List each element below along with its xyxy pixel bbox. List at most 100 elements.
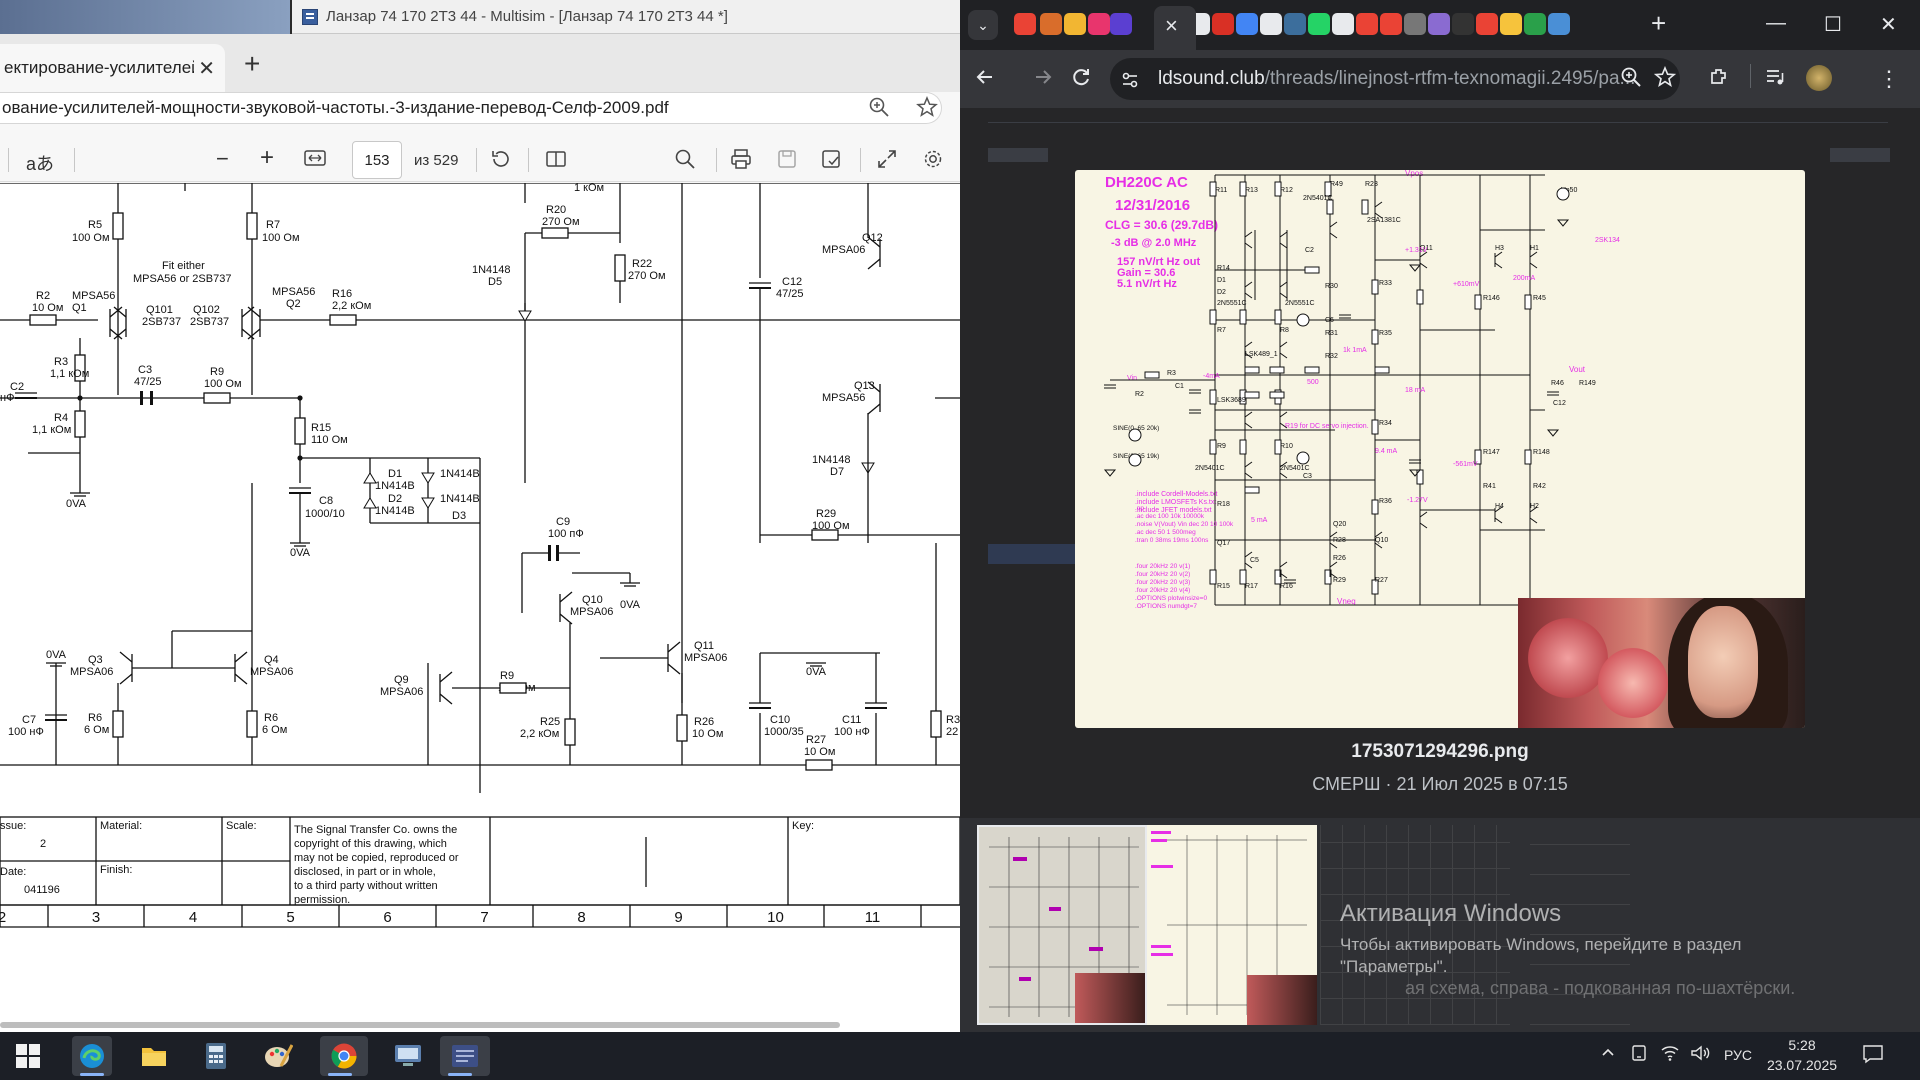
tab-favicon-icon[interactable]: [1308, 13, 1330, 35]
kebab-menu-icon[interactable]: ⋮: [1878, 66, 1900, 92]
zoom-icon[interactable]: [1620, 66, 1642, 94]
thumbnail-item[interactable]: [977, 825, 1147, 1025]
tab-favicon-icon[interactable]: [1548, 13, 1570, 35]
save-icon[interactable]: [776, 148, 798, 175]
search-icon[interactable]: [674, 148, 696, 175]
forward-arrow-icon[interactable]: [1032, 66, 1054, 94]
taskbar-explorer[interactable]: [134, 1036, 174, 1076]
tablet-icon[interactable]: [1630, 1044, 1648, 1067]
back-arrow-icon[interactable]: [974, 66, 996, 94]
tab-favicon-icon[interactable]: [1260, 13, 1282, 35]
tab-search-button[interactable]: ⌄: [968, 10, 998, 40]
tab-favicon-icon[interactable]: [1380, 13, 1402, 35]
volume-icon[interactable]: [1690, 1044, 1710, 1067]
horizontal-scrollbar[interactable]: [0, 1022, 840, 1028]
tab-favicon-icon[interactable]: [1476, 13, 1498, 35]
resistor: [1209, 389, 1217, 405]
tab-active-image[interactable]: ×: [1154, 6, 1196, 50]
tab-favicon-icon[interactable]: [1428, 13, 1450, 35]
fit-width-icon[interactable]: [304, 148, 326, 173]
lightbox-image[interactable]: DH220C AC 12/31/2016 CLG = 30.6 (29.7dB) -3…: [1075, 170, 1805, 728]
schematic-part-label: R147: [1483, 449, 1500, 456]
tab-favicon-icon[interactable]: [1088, 13, 1110, 35]
tab-favicon-icon[interactable]: [1356, 13, 1378, 35]
maximize-icon[interactable]: ☐: [1824, 12, 1842, 37]
url-field[interactable]: ование-усилителей-мощности-звуковой-част…: [0, 92, 942, 124]
save-as-icon[interactable]: [820, 148, 842, 175]
tab-favicon-icon[interactable]: [1064, 13, 1086, 35]
tab-favicon-icon[interactable]: [1404, 13, 1426, 35]
tab-favicon-icon[interactable]: [1040, 13, 1062, 35]
page-view-icon[interactable]: [545, 148, 567, 175]
zoom-in-button[interactable]: +: [260, 144, 274, 172]
minimize-icon[interactable]: —: [1766, 12, 1786, 35]
taskbar-calculator[interactable]: [196, 1036, 236, 1076]
tab-favicon-icon[interactable]: [1212, 13, 1234, 35]
multisim-title-bar[interactable]: Ланзар 74 170 2Т3 44 - Multisim - [Ланза…: [292, 0, 960, 34]
wire: [1279, 242, 1288, 249]
site-info-icon[interactable]: [1120, 70, 1140, 96]
page-number-input[interactable]: 153: [352, 141, 402, 179]
wire: [1529, 251, 1538, 258]
tab-favicon-icon[interactable]: [1284, 13, 1306, 35]
label-r9b: R9: [500, 670, 514, 682]
close-tab-icon[interactable]: ✕: [198, 56, 215, 81]
wire: [1244, 281, 1253, 288]
tab-favicon-icon[interactable]: [1500, 13, 1522, 35]
close-window-icon[interactable]: ✕: [1880, 12, 1897, 37]
extensions-icon[interactable]: [1708, 66, 1730, 94]
zoom-icon[interactable]: [868, 96, 890, 123]
settings-gear-icon[interactable]: [922, 148, 944, 175]
wire: [1244, 292, 1253, 299]
label-c10: C10: [770, 714, 790, 726]
taskbar-paint[interactable]: [258, 1036, 298, 1076]
omnibox[interactable]: ldsound.club/threads/linejnost-rtfm-texn…: [1110, 58, 1680, 100]
close-tab-icon[interactable]: ×: [1165, 13, 1178, 39]
resistor: [1144, 371, 1160, 379]
wifi-icon[interactable]: [1660, 1044, 1680, 1067]
taskbar-clock[interactable]: 5:28 23.07.2025: [1762, 1035, 1842, 1075]
new-tab-button[interactable]: +: [1651, 8, 1666, 39]
taskbar-multisim[interactable]: [440, 1036, 490, 1076]
tab-favicon-icon[interactable]: [1014, 13, 1036, 35]
fullscreen-icon[interactable]: [876, 148, 898, 175]
tab-favicon-icon[interactable]: [1332, 13, 1354, 35]
copyright-text: to a third party without written: [294, 880, 438, 892]
tray-overflow-chevron-icon[interactable]: [1600, 1044, 1616, 1065]
thumbnail-item[interactable]: [1147, 825, 1317, 1025]
multisim-app-icon: [302, 8, 318, 25]
schematic-part-label: R36: [1379, 498, 1392, 505]
taskbar-remote-desktop[interactable]: [384, 1036, 432, 1076]
taskbar-chrome[interactable]: [320, 1036, 368, 1076]
wire: [1244, 341, 1253, 348]
profile-avatar[interactable]: [1806, 65, 1832, 91]
schematic-part-label: R13: [1245, 187, 1258, 194]
tab-favicon-icon[interactable]: [1110, 13, 1132, 35]
tab-favicon-icon[interactable]: [1236, 13, 1258, 35]
media-controls-icon[interactable]: [1764, 66, 1786, 94]
schematic-part-label: R46: [1551, 380, 1564, 387]
notifications-icon[interactable]: [1862, 1044, 1884, 1069]
schematic-part-label: R16: [1280, 583, 1293, 590]
zoom-out-button[interactable]: −: [216, 146, 229, 172]
rotate-icon[interactable]: [490, 148, 512, 175]
tab-pdf[interactable]: ектирование-усилителей-мо ✕: [0, 44, 225, 92]
tab-favicon-icon[interactable]: [1524, 13, 1546, 35]
current-annotation: +1.31V: [1405, 247, 1428, 254]
bookmark-star-icon[interactable]: [1653, 65, 1677, 94]
input-language[interactable]: РУС: [1724, 1047, 1752, 1063]
print-icon[interactable]: [730, 148, 752, 175]
wire: [439, 693, 453, 705]
reload-icon[interactable]: [1070, 66, 1092, 94]
favorite-star-icon[interactable]: [916, 96, 938, 123]
tab-favicon-icon[interactable]: [1452, 13, 1474, 35]
new-tab-button[interactable]: +: [244, 50, 260, 78]
grid-column-number: 5: [286, 909, 294, 926]
signal-source: [1296, 451, 1310, 465]
read-aloud-button[interactable]: aあ: [26, 150, 54, 176]
taskbar-edge[interactable]: [72, 1036, 112, 1076]
activation-text: Чтобы активировать Windows, перейдите в …: [1340, 935, 1742, 976]
schematic-part-label: R49: [1330, 181, 1343, 188]
schematic-part-label: C5: [1250, 557, 1259, 564]
start-button[interactable]: [8, 1036, 48, 1076]
